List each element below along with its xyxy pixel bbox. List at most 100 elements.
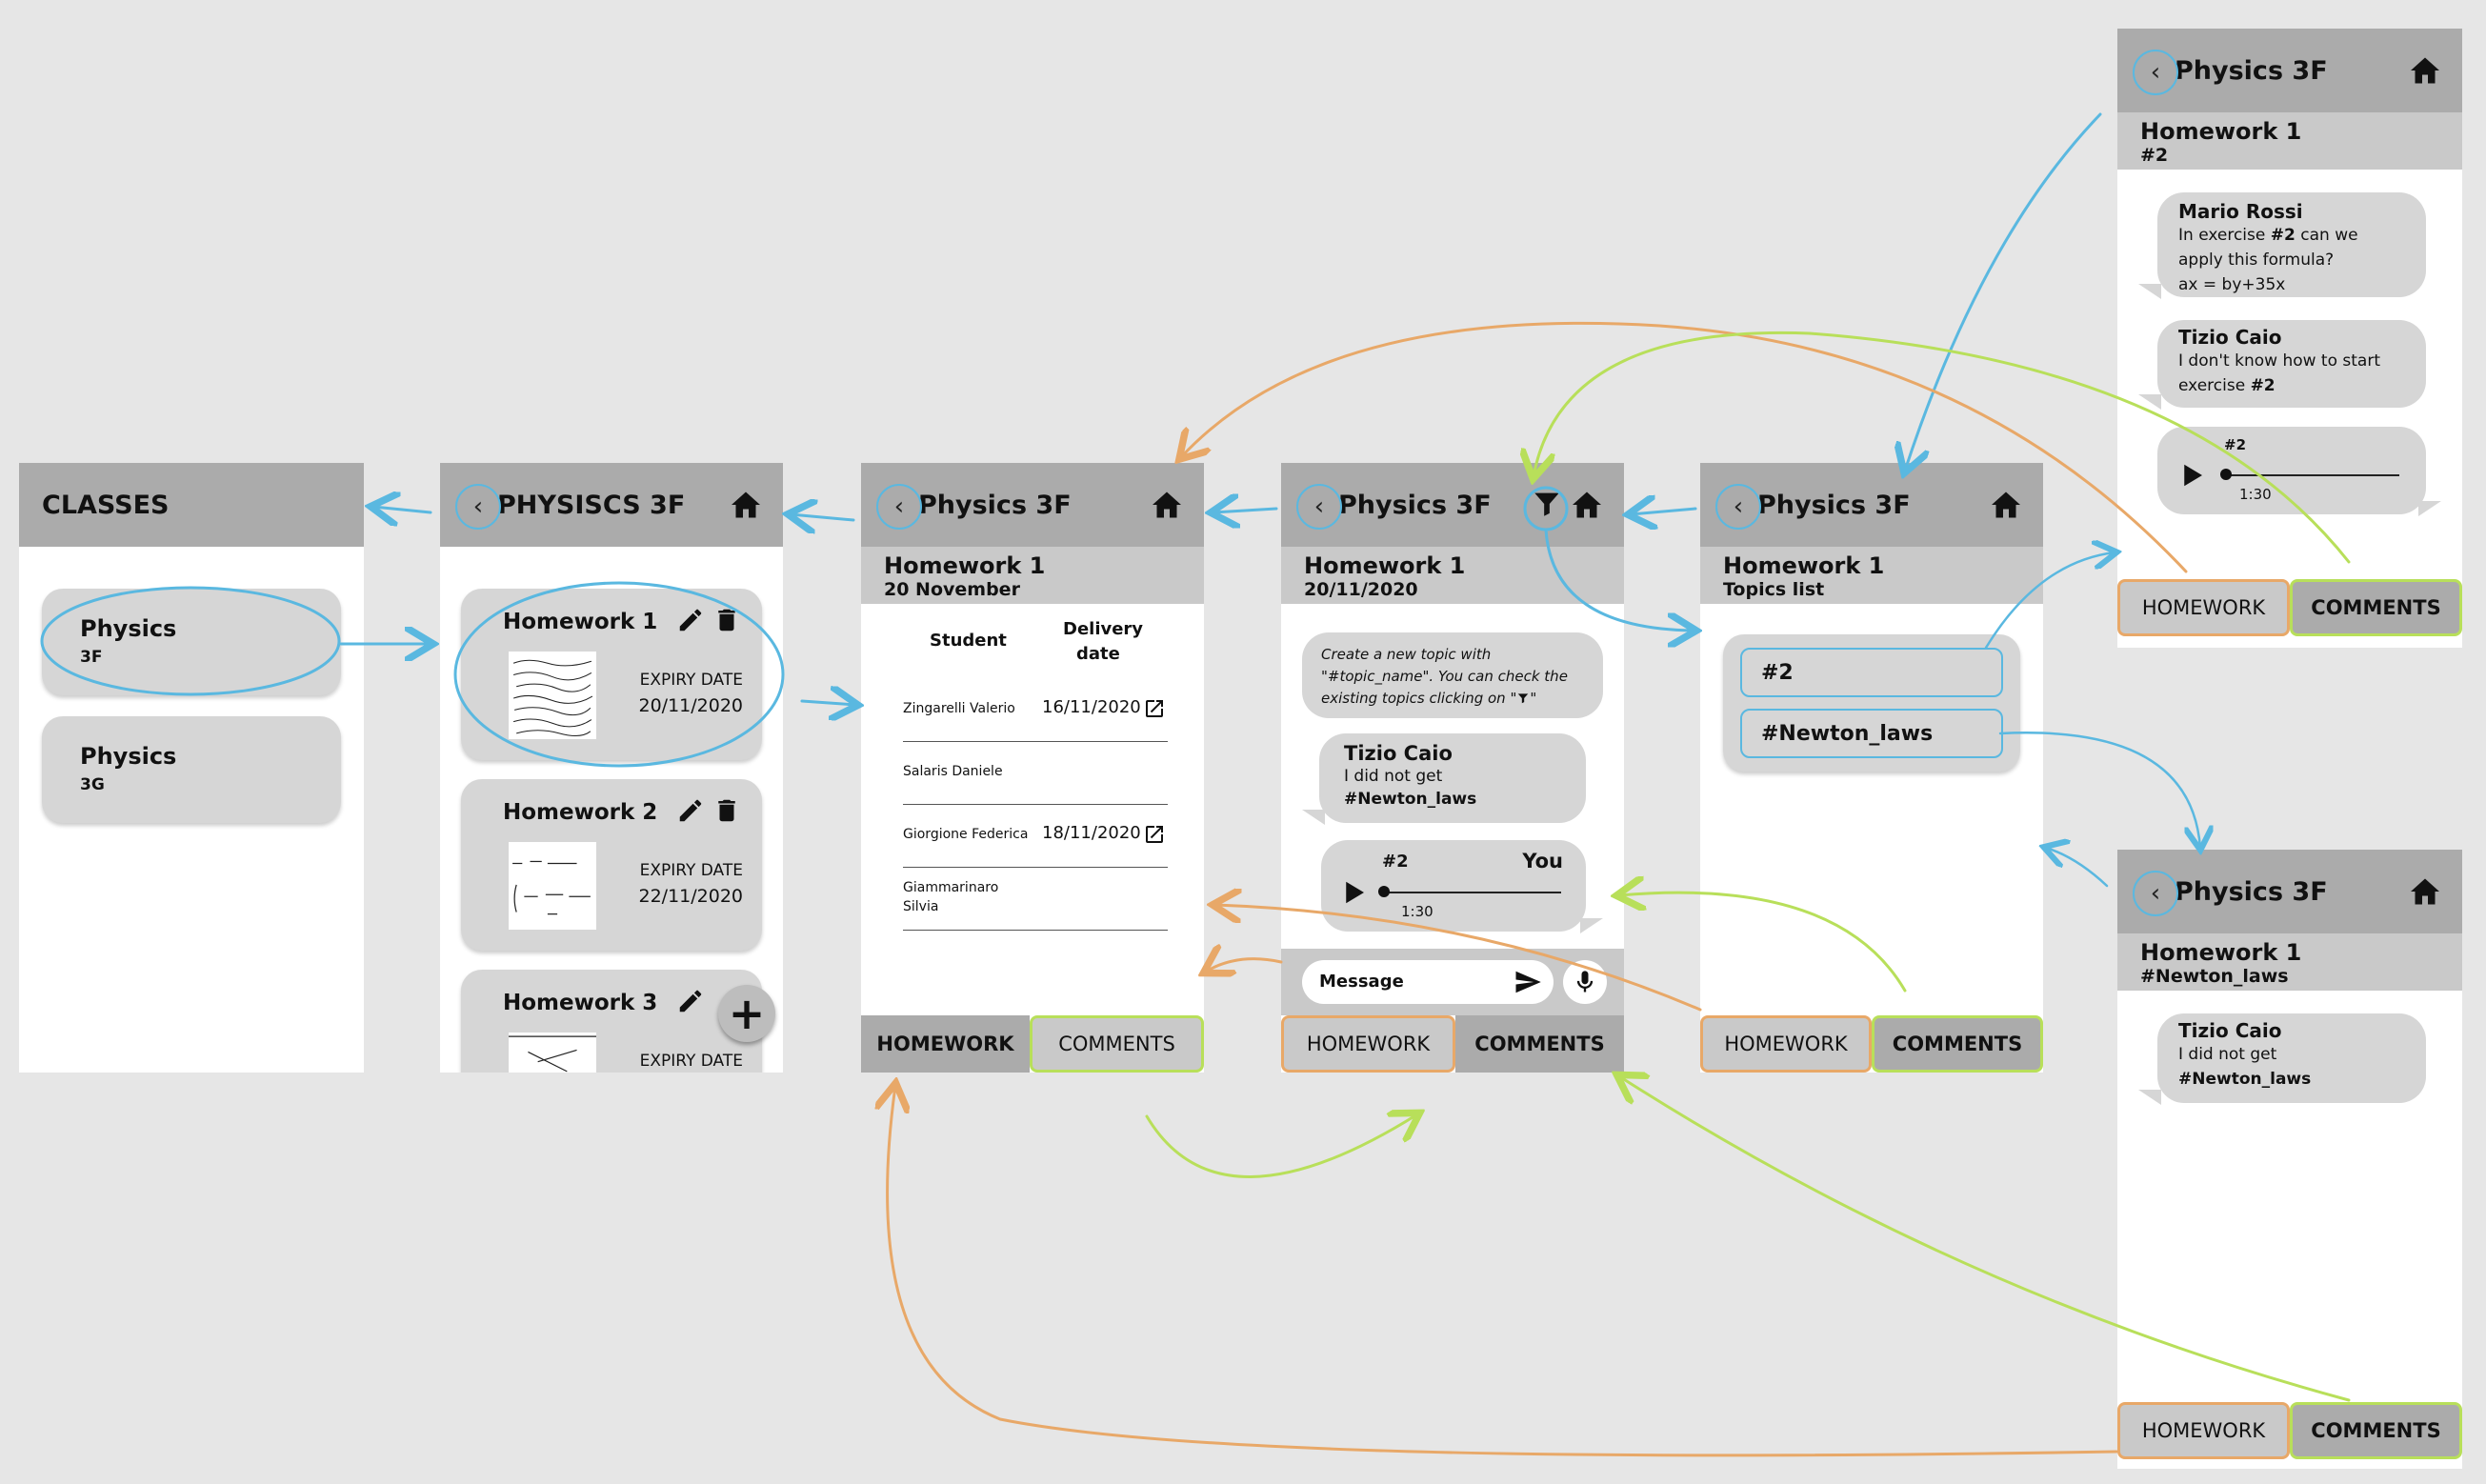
- audio-progress-knob[interactable]: [1378, 886, 1390, 897]
- play-icon[interactable]: [2178, 461, 2207, 490]
- plus-icon: +: [728, 988, 766, 1039]
- homework-title: Homework 1: [503, 610, 658, 634]
- tab-homework[interactable]: HOMEWORK: [2117, 579, 2290, 636]
- home-icon[interactable]: [1149, 488, 1185, 522]
- back-icon[interactable]: ‹: [2133, 50, 2178, 95]
- topics-subheader: Homework 1 Topics list: [1700, 547, 2043, 604]
- back-icon[interactable]: ‹: [2133, 871, 2178, 916]
- column-student: Student: [930, 631, 1007, 651]
- homework-card-2[interactable]: Homework 2 EXPIRY DATE 22/11/2020: [461, 779, 762, 951]
- bubble-tail: [2138, 1090, 2161, 1105]
- message-text: I did not get: [1344, 767, 1443, 786]
- topic-2-screen: ‹ Physics 3F Homework 1 #2 Mario Rossi I…: [2117, 29, 2462, 648]
- homework-thumbnail: [509, 652, 596, 739]
- topic-name: #2: [1761, 661, 1794, 685]
- class-section: 3G: [80, 775, 105, 794]
- message-bubble[interactable]: Tizio Caio I don't know how to start exe…: [2157, 320, 2426, 408]
- tab-comments[interactable]: COMMENTS: [2290, 1402, 2462, 1459]
- tab-comments[interactable]: COMMENTS: [1030, 1015, 1204, 1073]
- homework-title: Homework 1: [884, 552, 1046, 579]
- tab-comments[interactable]: COMMENTS: [1872, 1015, 2043, 1073]
- home-icon[interactable]: [2407, 53, 2443, 88]
- tab-comments[interactable]: COMMENTS: [2290, 579, 2462, 636]
- play-icon[interactable]: [1340, 878, 1369, 907]
- open-external-icon[interactable]: [1143, 697, 1166, 720]
- topic-2-header: ‹ Physics 3F: [2117, 29, 2462, 112]
- home-icon[interactable]: [2407, 874, 2443, 909]
- table-row[interactable]: Giorgione Federica 18/11/2020: [903, 804, 1168, 868]
- homework-card-1[interactable]: Homework 1 EXPIRY DATE 20/11/2020: [461, 589, 762, 760]
- arrow-green: [1145, 1114, 1417, 1178]
- home-icon[interactable]: [1569, 488, 1605, 522]
- topic-name: #Newton_laws: [1761, 722, 1934, 746]
- message-bubble[interactable]: Tizio Caio I did not get #Newton_laws: [1319, 733, 1586, 823]
- bubble-tail: [2418, 501, 2441, 516]
- message-text-cont: can we: [2295, 226, 2358, 245]
- tab-homework[interactable]: HOMEWORK: [2117, 1402, 2290, 1459]
- classes-screen: CLASSES Physics 3F Physics 3G: [19, 463, 364, 1073]
- homework-title: Homework 1: [1723, 552, 1885, 579]
- hint-bubble: Create a new topic with "#topic_name". Y…: [1302, 632, 1603, 718]
- table-row[interactable]: Giammarinaro Silvia: [903, 867, 1168, 931]
- student-name-2: Silvia: [903, 899, 939, 914]
- filter-icon[interactable]: [1531, 488, 1563, 520]
- arrow-orange: [1206, 959, 1283, 972]
- student-name: Zingarelli Valerio: [903, 701, 1015, 716]
- edit-icon[interactable]: [676, 796, 705, 825]
- student-name: Giammarinaro: [903, 880, 999, 895]
- table-row[interactable]: Salaris Daniele: [903, 741, 1168, 805]
- expiry-label: EXPIRY DATE: [639, 671, 743, 690]
- tab-bar: HOMEWORK COMMENTS: [2117, 1402, 2462, 1459]
- trash-icon[interactable]: [712, 606, 741, 634]
- tab-homework[interactable]: HOMEWORK: [861, 1015, 1030, 1073]
- send-icon[interactable]: [1514, 968, 1542, 996]
- table-row[interactable]: Zingarelli Valerio 16/11/2020: [903, 678, 1168, 742]
- audio-message-bubble[interactable]: #2 You 1:30: [1321, 840, 1586, 932]
- class-card-physics-3f[interactable]: Physics 3F: [42, 589, 341, 695]
- page-title: PHYSISCS 3F: [497, 490, 686, 520]
- edit-icon[interactable]: [676, 987, 705, 1015]
- message-author: Tizio Caio: [1344, 742, 1453, 765]
- microphone-icon: [1576, 971, 1594, 993]
- bubble-tail: [2138, 394, 2161, 410]
- expiry-label: EXPIRY DATE: [639, 1052, 743, 1071]
- delivery-date: 16/11/2020: [1042, 697, 1141, 717]
- edit-icon[interactable]: [676, 606, 705, 634]
- open-external-icon[interactable]: [1143, 823, 1166, 846]
- trash-icon[interactable]: [712, 796, 741, 825]
- homework-card-3[interactable]: Homework 3 EXPIRY DATE: [461, 970, 762, 1073]
- audio-progress-knob[interactable]: [2220, 469, 2232, 480]
- audio-message-bubble[interactable]: #2 1:30: [2157, 427, 2426, 514]
- class-card-physics-3g[interactable]: Physics 3G: [42, 716, 341, 823]
- column-delivery: Delivery: [1063, 619, 1144, 639]
- home-icon[interactable]: [728, 488, 764, 522]
- topics-screen: ‹ Physics 3F Homework 1 Topics list #2 #…: [1700, 463, 2043, 1073]
- bubble-tail: [2138, 284, 2161, 299]
- audio-progress-track[interactable]: [2224, 474, 2399, 476]
- hint-line-2: "#topic_name". You can check the: [1321, 668, 1568, 685]
- back-icon[interactable]: ‹: [455, 484, 501, 530]
- bubble-tail: [1580, 918, 1603, 933]
- topic-item-newton-laws[interactable]: #Newton_laws: [1740, 709, 2003, 758]
- microphone-button[interactable]: [1563, 960, 1607, 1004]
- back-icon[interactable]: ‹: [1715, 484, 1761, 530]
- homework-title: Homework 3: [503, 991, 658, 1015]
- home-icon[interactable]: [1988, 488, 2024, 522]
- add-homework-button[interactable]: +: [718, 985, 775, 1042]
- tab-comments[interactable]: COMMENTS: [1455, 1015, 1624, 1073]
- back-icon[interactable]: ‹: [1296, 484, 1342, 530]
- hint-line-4: ": [1530, 690, 1537, 707]
- arrow-blue: [1213, 509, 1278, 512]
- back-icon[interactable]: ‹: [876, 484, 922, 530]
- page-title: Physics 3F: [1757, 490, 1911, 520]
- tab-homework[interactable]: HOMEWORK: [1281, 1015, 1455, 1073]
- message-bubble[interactable]: Mario Rossi In exercise #2 can we apply …: [2157, 192, 2426, 297]
- message-tag: #Newton_laws: [2178, 1070, 2312, 1089]
- audio-progress-track[interactable]: [1382, 892, 1561, 893]
- topic-name: #Newton_laws: [2140, 966, 2289, 987]
- topic-item-2[interactable]: #2: [1740, 648, 2003, 697]
- message-input[interactable]: Message: [1302, 960, 1554, 1004]
- message-bubble[interactable]: Tizio Caio I did not get #Newton_laws: [2157, 1013, 2426, 1103]
- delivery-date: 18/11/2020: [1042, 823, 1141, 843]
- tab-homework[interactable]: HOMEWORK: [1700, 1015, 1872, 1073]
